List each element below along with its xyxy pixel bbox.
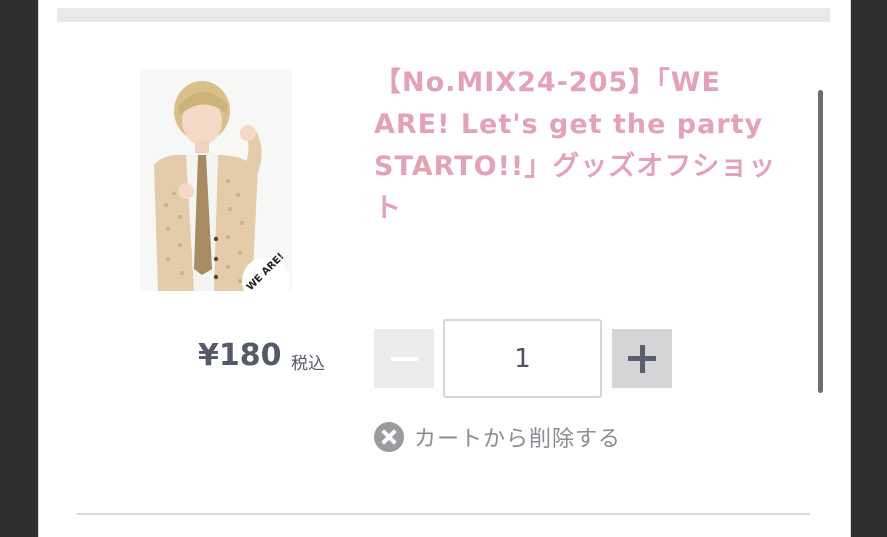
top-strip [57,8,830,22]
close-circle-icon [374,422,404,452]
quantity-decrease-button[interactable] [374,329,434,388]
product-title[interactable]: 【No.MIX24-205】「WE ARE! Let's get the par… [374,62,794,230]
minus-icon [391,357,418,361]
remove-from-cart-label: カートから削除する [414,427,622,452]
divider [77,513,810,515]
product-price: ¥180 [198,338,282,373]
product-photo[interactable]: WE ARE! [140,69,292,291]
quantity-increase-button[interactable] [612,329,672,388]
tax-included-label: 税込 [291,354,325,374]
remove-from-cart-link[interactable]: カートから削除する [374,421,621,453]
quantity-input[interactable] [443,319,602,398]
scrollbar[interactable] [818,90,823,393]
